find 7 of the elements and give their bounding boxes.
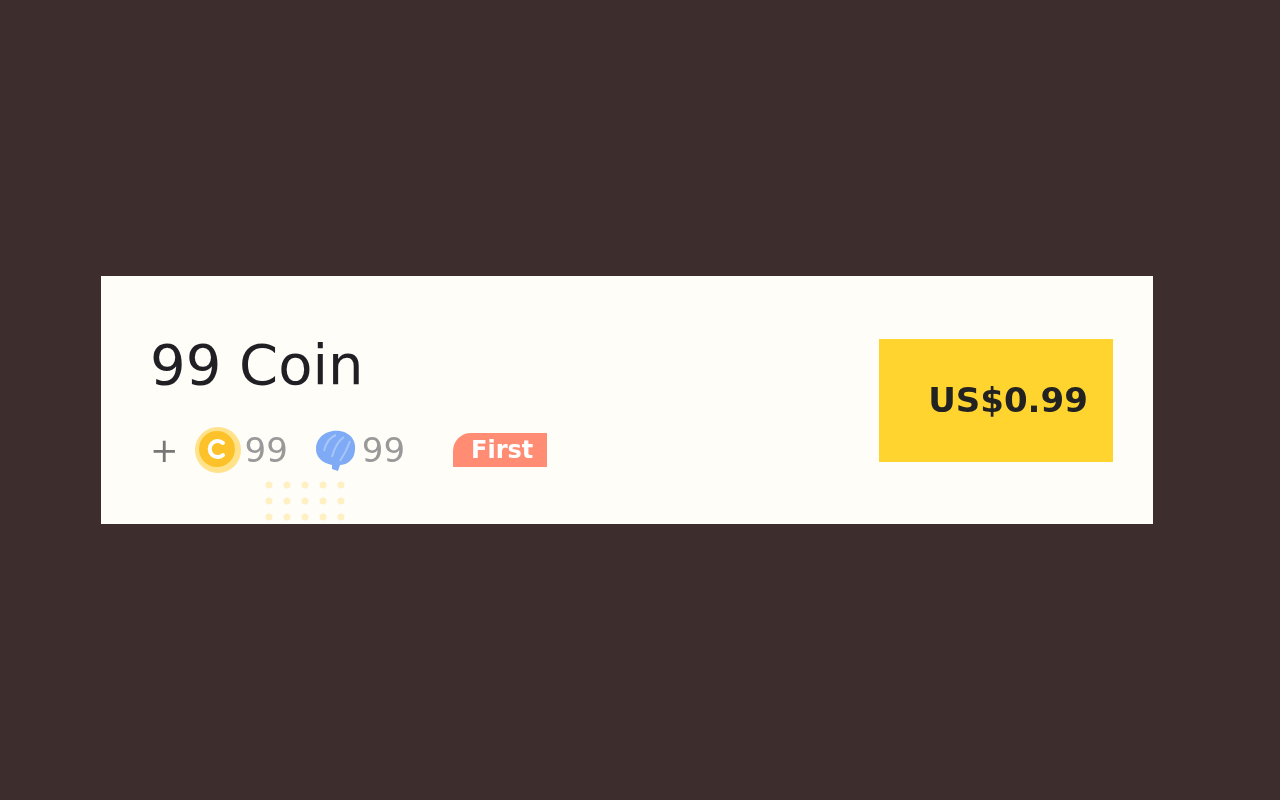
first-purchase-tag: First: [453, 433, 548, 467]
offer-title: 99 Coin: [150, 337, 365, 393]
coin-icon: [194, 427, 241, 473]
plus-sign: +: [150, 433, 179, 467]
reward-amount: 99: [361, 433, 406, 467]
price-button[interactable]: US$0.99: [879, 338, 1113, 462]
reward-amount: 99: [244, 433, 288, 467]
